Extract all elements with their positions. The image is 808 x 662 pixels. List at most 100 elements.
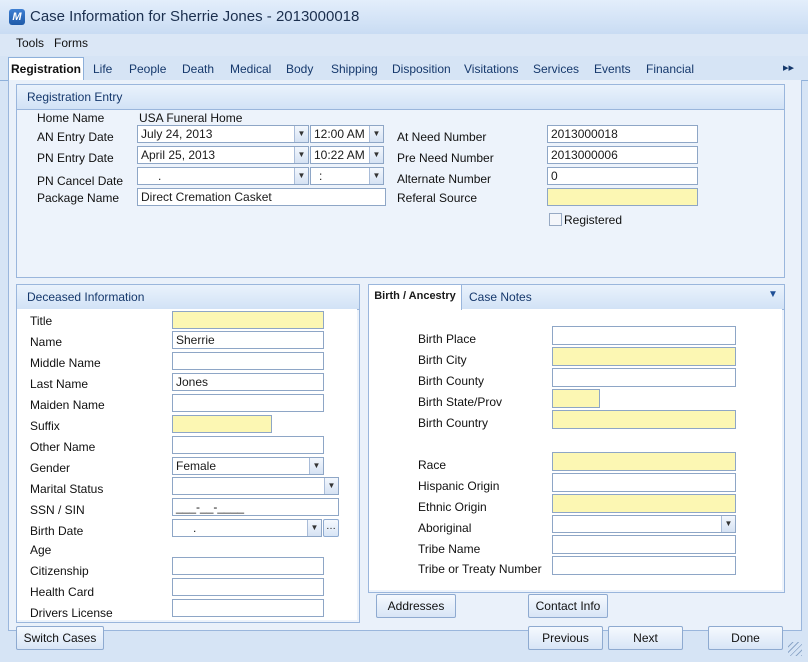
birth-place-field[interactable] (552, 326, 736, 345)
package-name-field[interactable]: Direct Cremation Casket (137, 188, 386, 206)
chevron-down-icon[interactable]: ▼ (768, 289, 778, 300)
panel-header: Deceased Information (17, 285, 359, 310)
birth-county-field[interactable] (552, 368, 736, 387)
chevron-down-icon[interactable]: ▼ (294, 168, 308, 184)
at-need-field[interactable]: 2013000018 (547, 125, 698, 143)
chevron-down-icon[interactable]: ▼ (369, 168, 383, 184)
marital-status-label: Marital Status (30, 482, 104, 496)
tab-life[interactable]: Life (93, 62, 112, 76)
chevron-down-icon[interactable]: ▼ (324, 478, 338, 494)
middle-name-field[interactable] (172, 352, 324, 370)
ethnic-origin-field[interactable] (552, 494, 736, 513)
menu-tools[interactable]: Tools (16, 36, 44, 50)
chevron-down-icon[interactable]: ▼ (369, 126, 383, 142)
panel-header: Registration Entry (17, 85, 784, 110)
chevron-down-icon[interactable]: ▼ (294, 126, 308, 142)
pn-entry-date-picker[interactable]: April 25, 2013 ▼ (137, 146, 309, 164)
marital-status-select[interactable]: ▼ (172, 477, 339, 495)
referal-label: Referal Source (397, 191, 478, 205)
suffix-field[interactable] (172, 415, 272, 433)
pn-cancel-date-picker[interactable]: . ▼ (137, 167, 309, 185)
tab-body[interactable]: Body (286, 62, 313, 76)
birth-date-label: Birth Date (30, 524, 84, 538)
name-label: Name (30, 335, 63, 349)
title-field[interactable] (172, 311, 324, 329)
gender-select[interactable]: Female ▼ (172, 457, 324, 475)
title-label: Title (30, 314, 53, 328)
birth-state-field[interactable] (552, 389, 600, 408)
other-name-field[interactable] (172, 436, 324, 454)
done-button[interactable]: Done (708, 626, 783, 650)
tab-financial[interactable]: Financial (646, 62, 694, 76)
chevron-down-icon[interactable]: ▼ (309, 458, 323, 474)
birth-country-label: Birth Country (418, 416, 489, 430)
tab-visitations[interactable]: Visitations (464, 62, 518, 76)
race-label: Race (418, 458, 447, 472)
age-label: Age (30, 543, 52, 557)
tribe-name-field[interactable] (552, 535, 736, 554)
middle-name-label: Middle Name (30, 356, 101, 370)
home-name-value: USA Funeral Home (139, 111, 243, 125)
referal-source-field[interactable] (547, 188, 698, 206)
ethnic-origin-label: Ethnic Origin (418, 500, 487, 514)
tab-shipping[interactable]: Shipping (331, 62, 378, 76)
birth-city-field[interactable] (552, 347, 736, 366)
pn-entry-time-picker[interactable]: 10:22 AM ▼ (310, 146, 384, 164)
maiden-name-label: Maiden Name (30, 398, 105, 412)
drivers-license-field[interactable] (172, 599, 324, 617)
aboriginal-select[interactable]: ▼ (552, 515, 736, 533)
health-card-label: Health Card (30, 585, 95, 599)
birth-date-ellipsis-button[interactable]: … (323, 519, 339, 537)
tab-medical[interactable]: Medical (230, 62, 271, 76)
maiden-name-field[interactable] (172, 394, 324, 412)
pre-need-label: Pre Need Number (397, 151, 494, 165)
ssn-field[interactable]: ___-__-____ (172, 498, 339, 516)
citizenship-field[interactable] (172, 557, 324, 575)
an-entry-date-picker[interactable]: July 24, 2013 ▼ (137, 125, 309, 143)
birth-date-picker[interactable]: . ▼ (172, 519, 322, 537)
chevron-down-icon[interactable]: ▼ (294, 147, 308, 163)
treaty-number-label: Tribe or Treaty Number (418, 562, 542, 576)
pn-cancel-time-picker[interactable]: : ▼ (310, 167, 384, 185)
pn-cancel-label: PN Cancel Date (37, 174, 124, 188)
chevron-down-icon[interactable]: ▼ (307, 520, 321, 536)
switch-cases-button[interactable]: Switch Cases (16, 626, 104, 650)
race-field[interactable] (552, 452, 736, 471)
birth-country-field[interactable] (552, 410, 736, 429)
at-need-label: At Need Number (397, 130, 487, 144)
addresses-button[interactable]: Addresses (376, 594, 456, 618)
tab-services[interactable]: Services (533, 62, 579, 76)
first-name-field[interactable]: Sherrie (172, 331, 324, 349)
treaty-number-field[interactable] (552, 556, 736, 575)
window-title: Case Information for Sherrie Jones - 201… (30, 8, 360, 25)
tab-registration[interactable]: Registration (8, 57, 84, 81)
home-name-label: Home Name (37, 111, 105, 125)
hispanic-origin-label: Hispanic Origin (418, 479, 500, 493)
menu-forms[interactable]: Forms (54, 36, 88, 50)
tab-case-notes[interactable]: Case Notes (469, 290, 532, 304)
an-entry-time-picker[interactable]: 12:00 AM ▼ (310, 125, 384, 143)
tab-scroll-right-icon[interactable]: ▸▸ (783, 61, 794, 74)
next-button[interactable]: Next (608, 626, 683, 650)
contact-info-button[interactable]: Contact Info (528, 594, 608, 618)
drivers-license-label: Drivers License (30, 606, 113, 620)
hispanic-origin-field[interactable] (552, 473, 736, 492)
chevron-down-icon[interactable]: ▼ (721, 516, 735, 532)
tab-birth-ancestry[interactable]: Birth / Ancestry (369, 285, 462, 310)
an-entry-label: AN Entry Date (37, 130, 114, 144)
registered-checkbox[interactable] (549, 213, 562, 226)
tab-people[interactable]: People (129, 62, 166, 76)
resize-grip-icon[interactable] (788, 642, 802, 656)
health-card-field[interactable] (172, 578, 324, 596)
tab-events[interactable]: Events (594, 62, 631, 76)
tab-death[interactable]: Death (182, 62, 214, 76)
birth-place-label: Birth Place (418, 332, 477, 346)
last-name-field[interactable]: Jones (172, 373, 324, 391)
birth-county-label: Birth County (418, 374, 485, 388)
alternate-number-field[interactable]: 0 (547, 167, 698, 185)
tab-disposition[interactable]: Disposition (392, 62, 451, 76)
chevron-down-icon[interactable]: ▼ (369, 147, 383, 163)
previous-button[interactable]: Previous (528, 626, 603, 650)
citizenship-label: Citizenship (30, 564, 89, 578)
pre-need-field[interactable]: 2013000006 (547, 146, 698, 164)
